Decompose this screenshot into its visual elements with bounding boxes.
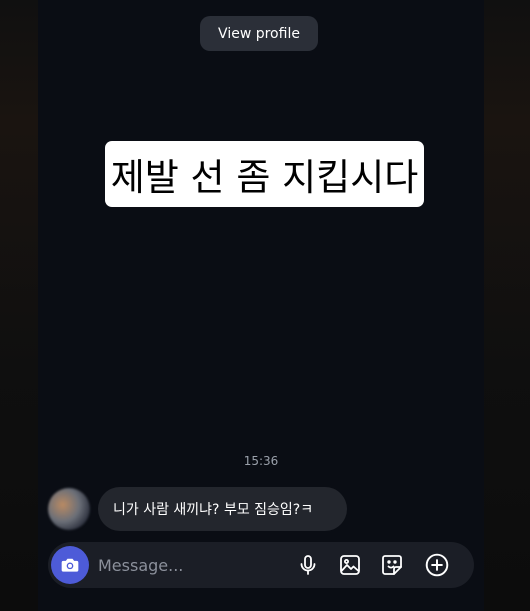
message-text: 니가 사람 새끼냐? 부모 짐승임?ㅋ <box>113 502 314 518</box>
microphone-button[interactable] <box>294 551 322 579</box>
message-placeholder: Message... <box>98 555 184 575</box>
sticker-icon <box>380 553 404 577</box>
camera-button[interactable] <box>51 546 89 584</box>
gallery-button[interactable] <box>336 551 364 579</box>
dm-thread-screen: View profile 제발 선 좀 지킵시다 15:36 니가 사람 새끼냐… <box>38 0 484 611</box>
sticker-button[interactable] <box>378 551 406 579</box>
more-button[interactable] <box>423 551 451 579</box>
message-composer: Message... <box>48 542 474 588</box>
message-timestamp: 15:36 <box>243 454 279 468</box>
blurred-right-edge <box>484 0 530 611</box>
view-profile-button[interactable]: View profile <box>200 16 318 51</box>
message-bubble[interactable]: 니가 사람 새끼냐? 부모 짐승임?ㅋ <box>98 487 347 531</box>
microphone-icon <box>296 553 320 577</box>
story-reply-text: 제발 선 좀 지킵시다 <box>105 141 424 207</box>
sender-avatar[interactable] <box>48 488 90 530</box>
gallery-icon <box>338 553 362 577</box>
plus-circle-icon <box>424 552 450 578</box>
camera-icon <box>60 555 80 575</box>
message-input[interactable]: Message... <box>98 542 183 588</box>
blurred-left-edge <box>0 0 38 611</box>
